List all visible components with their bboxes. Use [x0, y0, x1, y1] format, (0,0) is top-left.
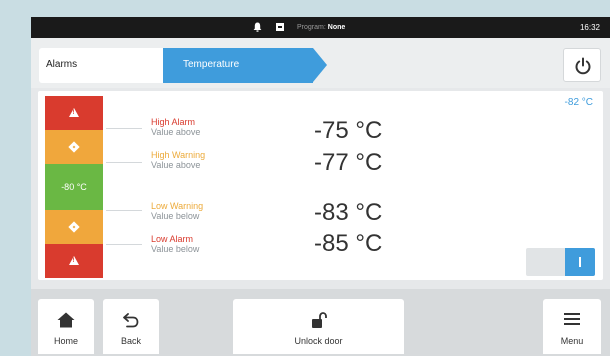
toggle-on-indicator: [565, 248, 595, 276]
high-alarm-value[interactable]: -75 °C: [314, 117, 382, 145]
unlock-icon: [312, 312, 327, 328]
power-button[interactable]: [563, 48, 601, 82]
unlock-door-button[interactable]: Unlock door: [233, 299, 404, 354]
menu-icon: [564, 313, 580, 325]
low-warning-label[interactable]: Low Warning Value below: [151, 201, 203, 221]
power-icon: [575, 57, 591, 75]
back-label: Back: [120, 336, 141, 346]
warning-diamond-icon: [68, 141, 80, 153]
current-temperature: -82 °C: [564, 97, 593, 108]
home-button[interactable]: Home: [38, 299, 94, 354]
low-warning-zone: [45, 210, 103, 244]
back-button[interactable]: Back: [103, 299, 159, 354]
unlock-door-label: Unlock door: [294, 336, 343, 346]
warning-triangle-icon: [69, 256, 79, 265]
device-icon: [276, 23, 284, 31]
setpoint-value: -80 °C: [61, 182, 87, 192]
high-warning-value[interactable]: -77 °C: [314, 149, 382, 177]
alarm-toggle[interactable]: [526, 248, 595, 276]
menu-button[interactable]: Menu: [543, 299, 601, 354]
low-warning-value[interactable]: -83 °C: [314, 199, 382, 227]
back-icon: [123, 313, 139, 328]
breadcrumb-temperature[interactable]: Temperature: [163, 48, 313, 83]
menu-label: Menu: [560, 336, 584, 346]
breadcrumb-alarms-label: Alarms: [46, 59, 78, 70]
low-alarm-label[interactable]: Low Alarm Value below: [151, 234, 199, 254]
normal-zone: -80 °C: [45, 164, 103, 210]
scale-divider: [106, 162, 142, 163]
scale-divider: [106, 128, 142, 129]
home-label: Home: [53, 336, 78, 346]
device-screen: Program:None 16:32 Alarms Temperature -8…: [31, 17, 610, 356]
clock: 16:32: [579, 23, 600, 32]
status-bar: Program: None 16:32: [31, 17, 610, 38]
high-warning-zone: [45, 130, 103, 164]
warning-triangle-icon: [69, 108, 79, 117]
home-icon: [57, 312, 75, 328]
high-warning-label[interactable]: High Warning Value above: [151, 150, 205, 170]
breadcrumb: Alarms Temperature: [31, 38, 610, 88]
bottom-nav: Home Back Unlock door Menu: [31, 289, 610, 356]
high-alarm-zone: [45, 96, 103, 130]
low-alarm-value[interactable]: -85 °C: [314, 230, 382, 258]
breadcrumb-separator: [147, 48, 161, 82]
low-alarm-zone: [45, 244, 103, 278]
scale-divider: [106, 210, 142, 211]
scale-divider: [106, 244, 142, 245]
breadcrumb-temperature-label: Temperature: [183, 59, 240, 70]
breadcrumb-active-arrow: [313, 48, 327, 82]
warning-diamond-icon: [68, 221, 80, 233]
bell-icon: [253, 22, 262, 32]
program-status: Program: None: [297, 24, 346, 31]
temperature-alarm-panel: -80 °C High Alarm Value above -75 °C Hig…: [38, 91, 603, 280]
high-alarm-label[interactable]: High Alarm Value above: [151, 117, 200, 137]
